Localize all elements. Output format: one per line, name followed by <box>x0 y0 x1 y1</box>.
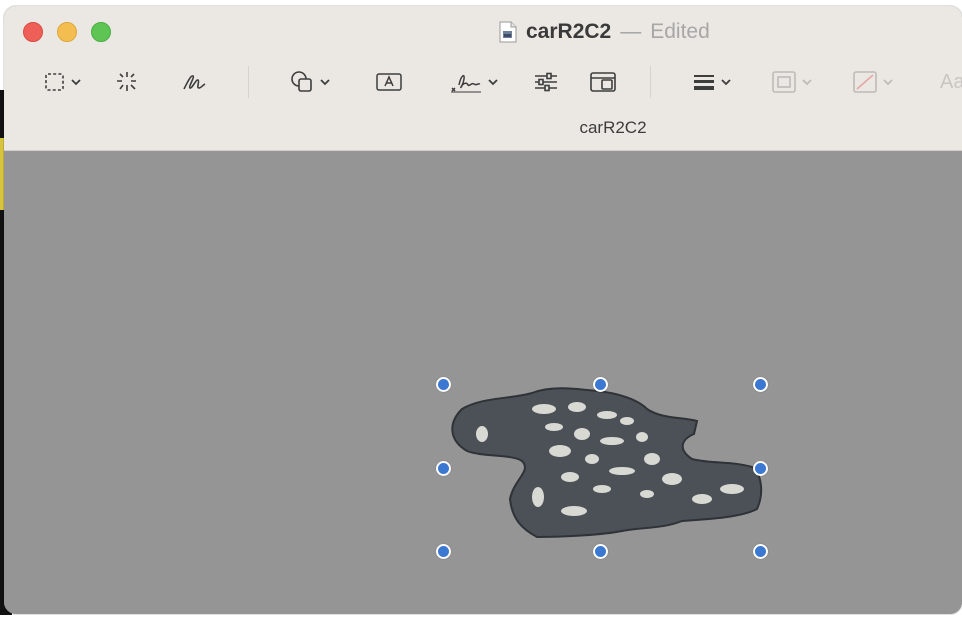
toolbar-divider <box>650 66 651 98</box>
resize-handle-bottom-left[interactable] <box>436 544 451 559</box>
chevron-down-icon <box>70 76 82 88</box>
chevron-down-icon <box>487 76 499 88</box>
chevron-down-icon <box>720 76 732 88</box>
signature-icon <box>449 69 483 95</box>
cutout-image[interactable] <box>442 379 772 549</box>
titlebar: carR2C2 — Edited Aa carR2C2 <box>4 6 962 151</box>
chevron-down-icon <box>801 76 813 88</box>
resize-handle-top-center[interactable] <box>593 377 608 392</box>
resize-handle-middle-left[interactable] <box>436 461 451 476</box>
text-tool[interactable] <box>375 64 403 100</box>
line-weight-icon <box>692 71 716 93</box>
dashed-rect-icon <box>44 71 66 93</box>
shape-style-tool[interactable] <box>692 64 732 100</box>
maximize-window-button[interactable] <box>91 22 111 42</box>
close-window-button[interactable] <box>23 22 43 42</box>
rectangular-selection-tool[interactable] <box>44 64 82 100</box>
instant-alpha-tool[interactable] <box>114 64 140 100</box>
document-status: Edited <box>650 20 710 43</box>
document-icon <box>499 21 517 43</box>
fill-color-tool[interactable] <box>852 64 894 100</box>
preview-window: carR2C2 — Edited Aa carR2C2 <box>4 6 962 614</box>
markup-toolbar: Aa <box>4 64 962 104</box>
toolbar-divider <box>248 66 249 98</box>
resize-handle-top-left[interactable] <box>436 377 451 392</box>
resize-handle-bottom-center[interactable] <box>593 544 608 559</box>
shapes-tool[interactable] <box>289 64 331 100</box>
resize-icon <box>589 70 617 94</box>
sketch-tool[interactable] <box>182 64 208 100</box>
document-subtitle: carR2C2 <box>579 118 647 137</box>
adjust-color-tool[interactable] <box>533 64 559 100</box>
magic-wand-icon <box>114 69 140 95</box>
chevron-down-icon <box>319 76 331 88</box>
resize-handle-bottom-right[interactable] <box>753 544 768 559</box>
resize-handle-middle-right[interactable] <box>753 461 768 476</box>
window-title: carR2C2 <box>526 20 612 43</box>
text-box-icon <box>375 71 403 93</box>
text-style-icon: Aa <box>940 70 962 93</box>
shapes-icon <box>289 69 315 95</box>
sliders-icon <box>533 71 559 93</box>
resize-handle-top-right[interactable] <box>753 377 768 392</box>
minimize-window-button[interactable] <box>57 22 77 42</box>
border-color-tool[interactable] <box>771 64 813 100</box>
sketch-icon <box>182 71 208 93</box>
fill-color-icon <box>852 70 878 94</box>
window-title-group[interactable]: carR2C2 — Edited <box>499 20 710 44</box>
title-separator: — <box>620 20 642 43</box>
image-canvas[interactable] <box>4 151 962 614</box>
adjust-size-tool[interactable] <box>589 64 617 100</box>
text-style-tool[interactable]: Aa <box>940 64 962 100</box>
sign-tool[interactable] <box>449 64 499 100</box>
chevron-down-icon <box>882 76 894 88</box>
border-color-icon <box>771 70 797 94</box>
